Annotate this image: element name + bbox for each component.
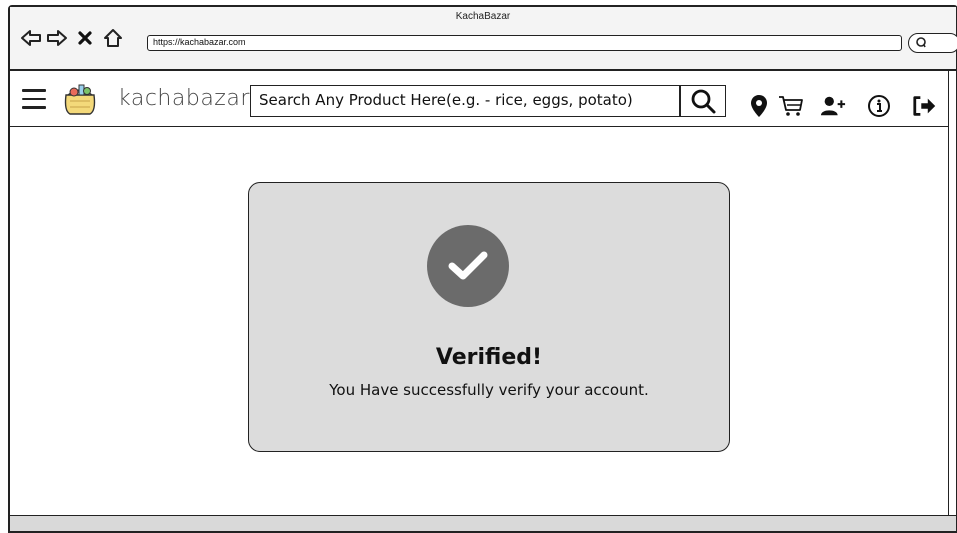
browser-window: KachaBazar https://kachabazar.com kachab… — [8, 5, 957, 533]
address-bar[interactable]: https://kachabazar.com — [147, 35, 902, 51]
logo-icon[interactable] — [60, 81, 100, 117]
verified-check-icon — [427, 225, 509, 307]
browser-toolbar: KachaBazar https://kachabazar.com — [10, 7, 957, 71]
status-bar — [10, 515, 956, 531]
verification-title: Verified! — [435, 345, 543, 370]
search-icon — [691, 89, 716, 114]
window-title: KachaBazar — [455, 11, 511, 22]
app-header: kachabazar Search Any Product Here(e.g. … — [10, 71, 956, 127]
location-icon[interactable] — [746, 93, 772, 119]
browser-search-icon — [916, 37, 926, 48]
close-icon[interactable] — [74, 27, 96, 49]
brand-name[interactable]: kachabazar — [118, 86, 250, 111]
verification-card: Verified! You Have successfully verify y… — [248, 182, 730, 452]
home-icon[interactable] — [102, 27, 124, 49]
scrollbar[interactable] — [948, 71, 956, 531]
add-user-icon[interactable] — [820, 93, 846, 119]
browser-search-field[interactable] — [908, 33, 957, 53]
logout-icon[interactable] — [912, 93, 938, 119]
forward-icon[interactable] — [46, 27, 68, 49]
info-icon[interactable] — [866, 93, 892, 119]
search-button[interactable] — [680, 85, 726, 117]
menu-icon[interactable] — [22, 89, 46, 111]
verification-message: You Have successfully verify your accoun… — [329, 381, 649, 399]
cart-icon[interactable] — [778, 93, 804, 119]
product-search-input[interactable]: Search Any Product Here(e.g. - rice, egg… — [250, 85, 680, 117]
back-icon[interactable] — [20, 27, 42, 49]
